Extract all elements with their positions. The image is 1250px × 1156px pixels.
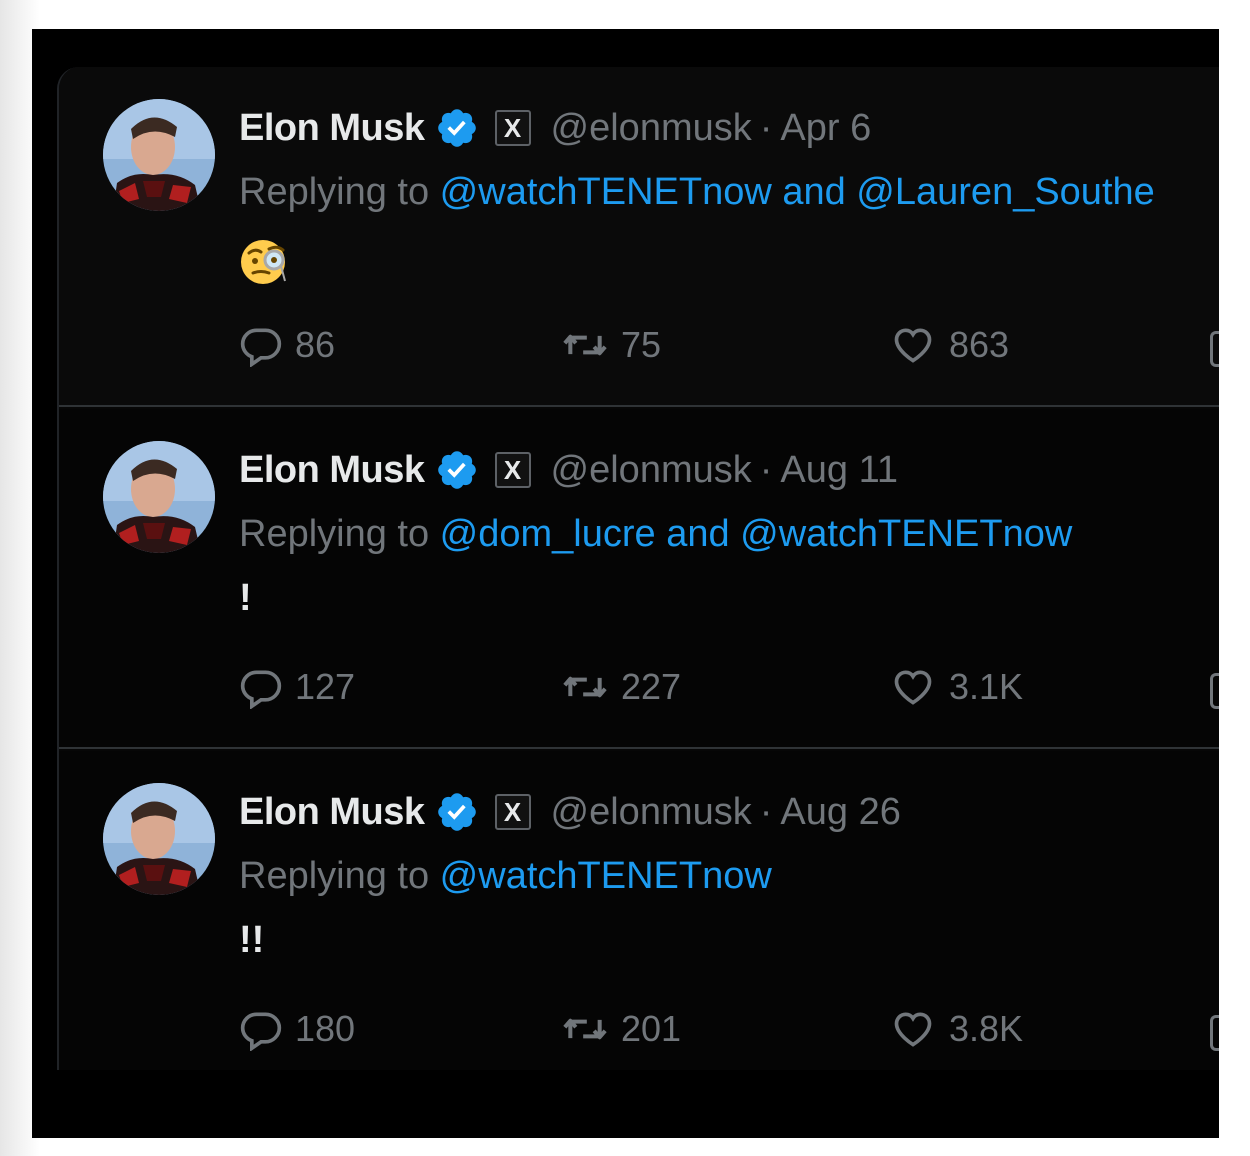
reply-bubble-icon xyxy=(240,1012,282,1051)
retweet-button[interactable]: 75 xyxy=(561,323,661,367)
x-logo-icon[interactable]: X xyxy=(494,110,531,146)
author-handle[interactable]: @elonmusk xyxy=(551,791,752,834)
avatar[interactable] xyxy=(103,441,215,553)
verified-badge-icon xyxy=(437,109,476,147)
tweet-text: !! xyxy=(239,919,265,961)
retweet-icon xyxy=(563,1018,607,1040)
reply-count: 180 xyxy=(295,1008,356,1049)
retweet-button[interactable]: 227 xyxy=(561,665,681,709)
tweet-actions: 180 201 3.8K xyxy=(239,1007,1219,1051)
replying-to: Replying to @watchTENETnow and @Lauren_S… xyxy=(239,171,1155,221)
avatar-image xyxy=(103,99,215,211)
tweet-text: ! xyxy=(239,577,252,619)
like-button[interactable]: 3.8K xyxy=(889,1007,1023,1051)
tweet-actions: 86 75 863 xyxy=(239,323,1219,367)
x-logo-icon[interactable]: X xyxy=(494,452,531,488)
author-name[interactable]: Elon Musk xyxy=(239,449,425,492)
author-handle[interactable]: @elonmusk xyxy=(551,449,752,492)
retweet-count: 75 xyxy=(621,324,662,365)
screenshot-frame: Elon Musk X @elonmusk · Apr 6 Replying t… xyxy=(32,29,1219,1138)
author-name[interactable]: Elon Musk xyxy=(239,107,425,150)
avatar[interactable] xyxy=(103,99,215,211)
verified-badge-icon xyxy=(437,793,476,831)
tweet-header: Elon Musk X @elonmusk · Apr 6 xyxy=(239,103,871,153)
tweet-thread: Elon Musk X @elonmusk · Apr 6 Replying t… xyxy=(57,67,1219,1070)
heart-icon xyxy=(894,670,932,705)
retweet-count: 201 xyxy=(621,1008,682,1049)
tweet-item[interactable]: Elon Musk X @elonmusk · Aug 26 Replying … xyxy=(59,751,1219,1070)
face-with-monocle-emoji xyxy=(241,240,286,284)
tweet-header: Elon Musk X @elonmusk · Aug 11 xyxy=(239,445,898,495)
reply-bubble-icon xyxy=(240,328,282,367)
tweet-date[interactable]: Apr 6 xyxy=(780,107,871,150)
like-button[interactable]: 863 xyxy=(889,323,1009,367)
avatar-image xyxy=(103,441,215,553)
tweet-date[interactable]: Aug 11 xyxy=(780,449,898,492)
views-icon[interactable] xyxy=(1210,331,1219,367)
retweet-button[interactable]: 201 xyxy=(561,1007,681,1051)
reply-count: 127 xyxy=(295,666,356,707)
replying-to-mentions[interactable]: @watchTENETnow and @Lauren_Southe xyxy=(440,171,1155,213)
avatar[interactable] xyxy=(103,783,215,895)
replying-to-prefix: Replying to xyxy=(239,855,440,897)
replying-to: Replying to @dom_lucre and @watchTENETno… xyxy=(239,513,1072,563)
like-button[interactable]: 3.1K xyxy=(889,665,1023,709)
like-count: 3.8K xyxy=(949,1008,1024,1049)
like-count: 863 xyxy=(949,324,1010,365)
replying-to-mentions[interactable]: @dom_lucre and @watchTENETnow xyxy=(440,513,1073,555)
reply-button[interactable]: 180 xyxy=(239,1007,355,1051)
tweet-date[interactable]: Aug 26 xyxy=(780,791,900,834)
separator-dot: · xyxy=(759,790,773,833)
verified-badge-icon xyxy=(437,451,476,489)
retweet-icon xyxy=(563,334,607,356)
reply-button[interactable]: 86 xyxy=(239,323,335,367)
separator-dot: · xyxy=(759,448,773,491)
author-name[interactable]: Elon Musk xyxy=(239,791,425,834)
tweet-item[interactable]: Elon Musk X @elonmusk · Aug 11 Replying … xyxy=(59,409,1219,749)
views-icon[interactable] xyxy=(1210,1015,1219,1051)
retweet-icon xyxy=(563,676,607,698)
heart-icon xyxy=(894,328,932,363)
tweet-header: Elon Musk X @elonmusk · Aug 26 xyxy=(239,787,901,837)
like-count: 3.1K xyxy=(949,666,1024,707)
separator-dot: · xyxy=(759,106,773,149)
reply-count: 86 xyxy=(295,324,336,365)
heart-icon xyxy=(894,1012,932,1047)
tweet-actions: 127 227 3.1K xyxy=(239,665,1219,709)
tweet-item[interactable]: Elon Musk X @elonmusk · Apr 6 Replying t… xyxy=(59,67,1219,407)
retweet-count: 227 xyxy=(621,666,682,707)
x-logo-icon[interactable]: X xyxy=(494,794,531,830)
avatar-image xyxy=(103,783,215,895)
views-icon[interactable] xyxy=(1210,673,1219,709)
reply-button[interactable]: 127 xyxy=(239,665,355,709)
author-handle[interactable]: @elonmusk xyxy=(551,107,752,150)
replying-to-mentions[interactable]: @watchTENETnow xyxy=(440,855,772,897)
replying-to-prefix: Replying to xyxy=(239,171,440,213)
reply-bubble-icon xyxy=(240,670,282,709)
replying-to: Replying to @watchTENETnow xyxy=(239,855,772,905)
replying-to-prefix: Replying to xyxy=(239,513,440,555)
